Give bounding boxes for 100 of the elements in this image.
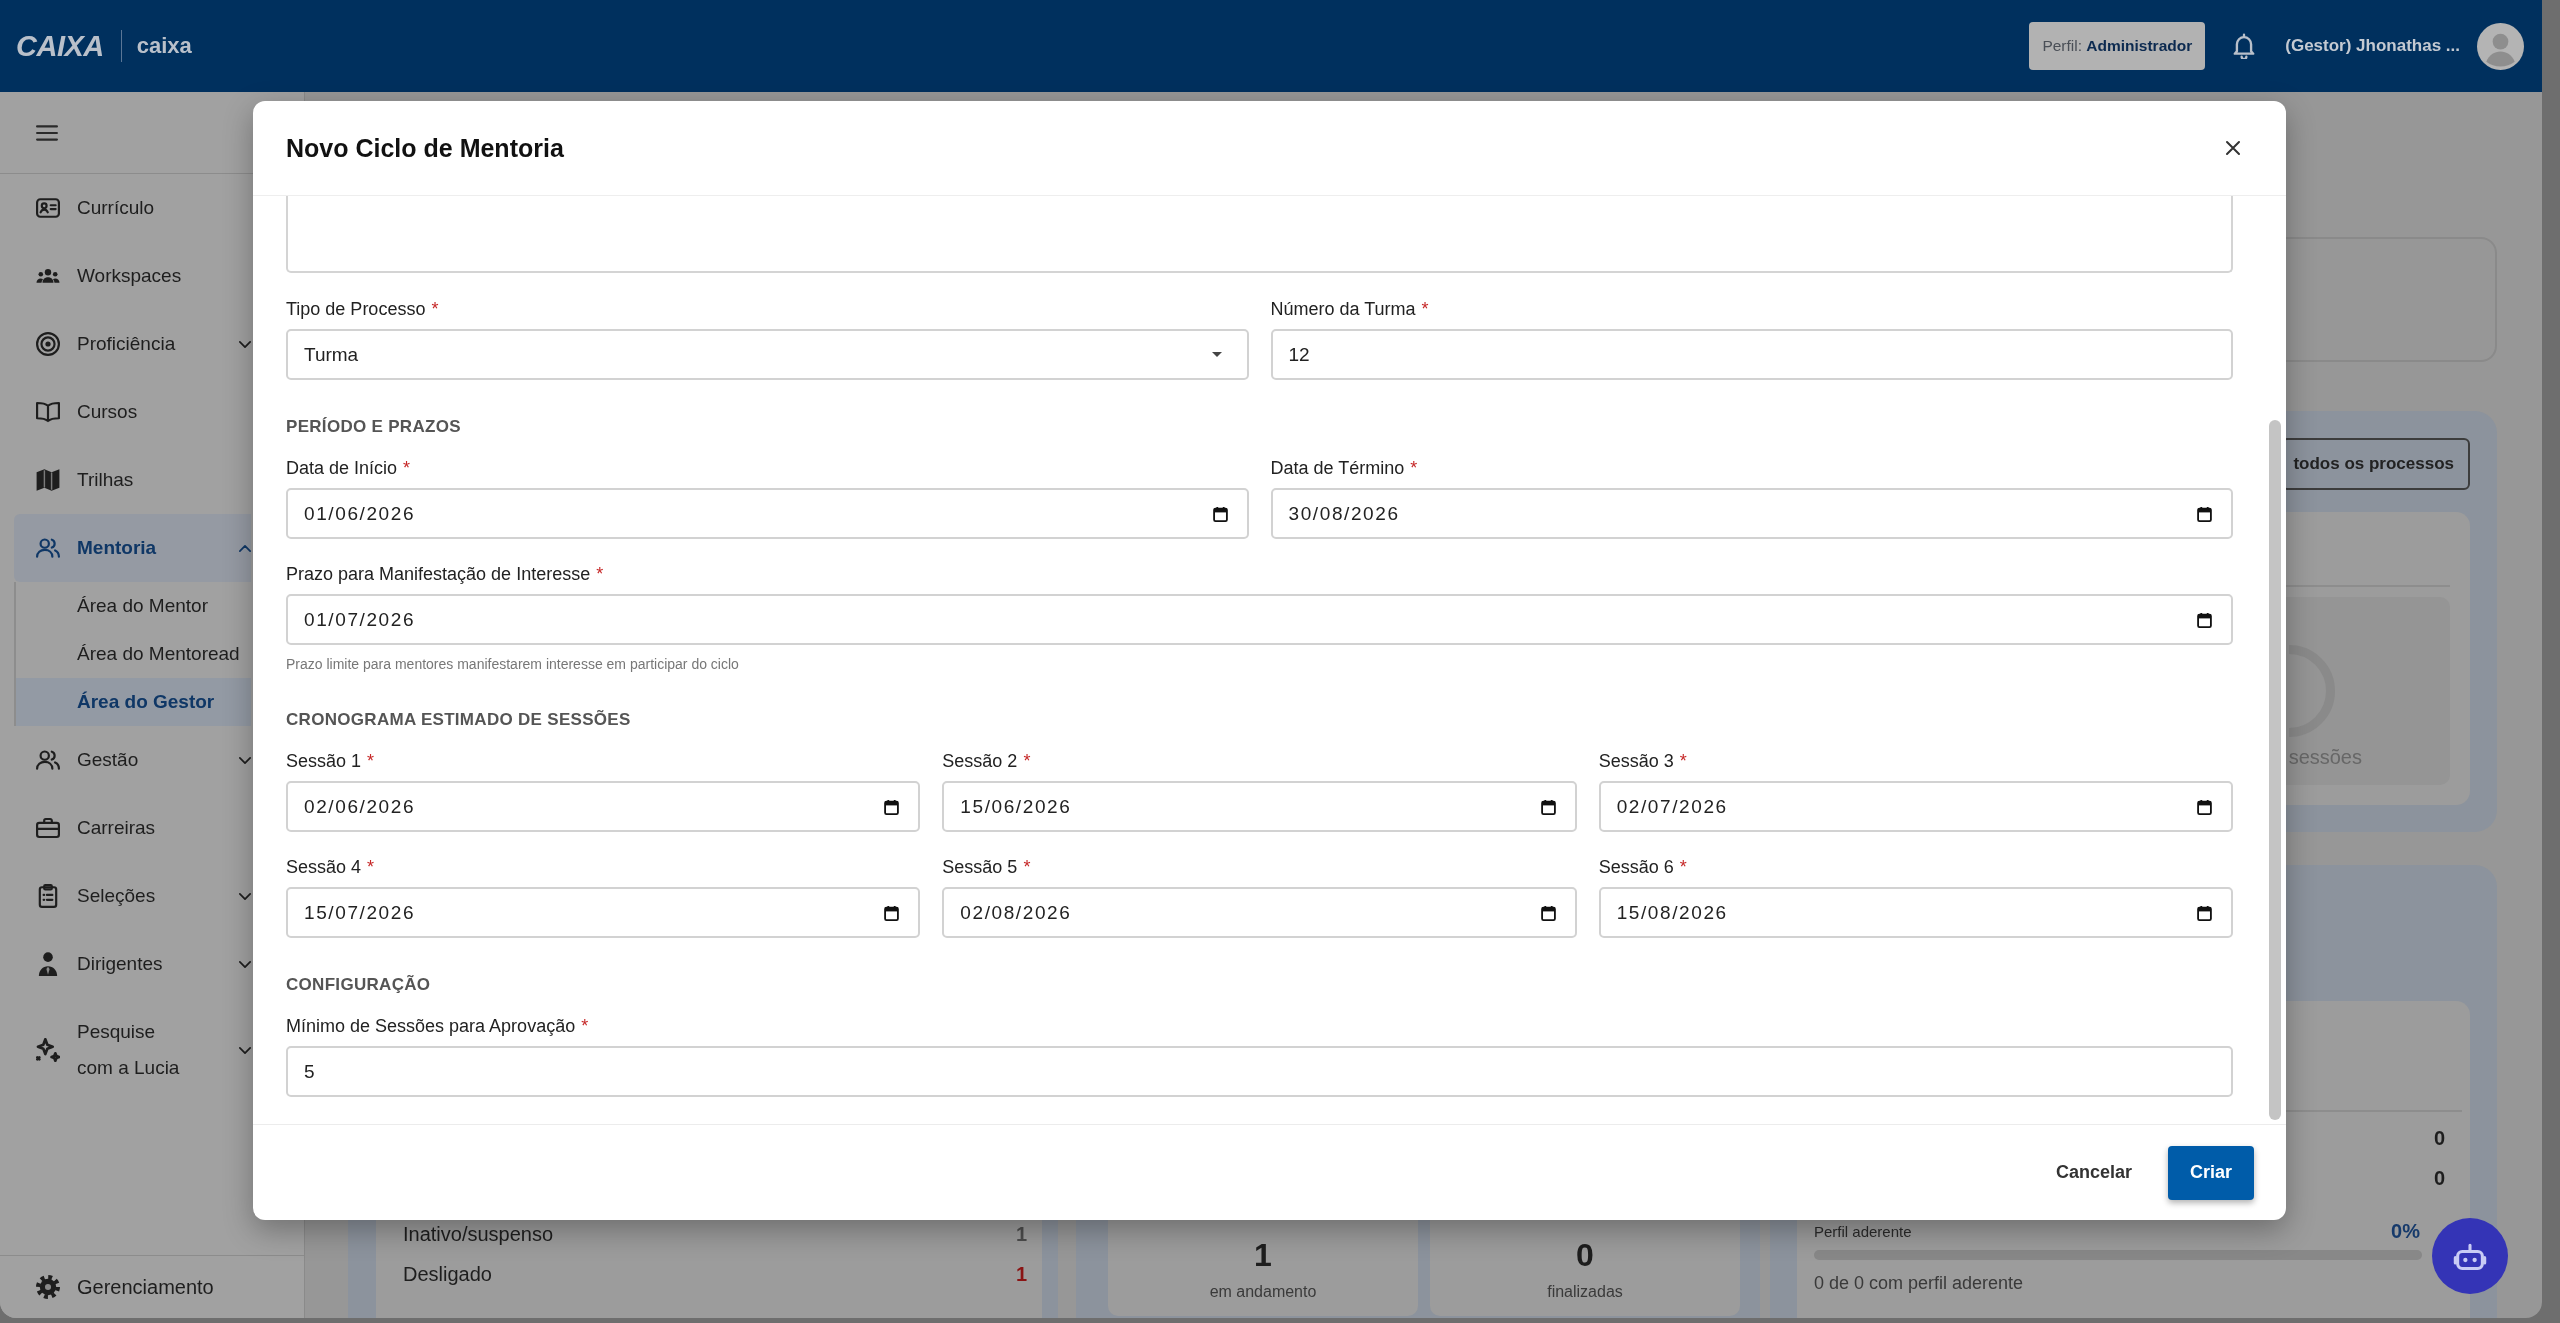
- field-label: Sessão 5: [942, 856, 1018, 879]
- calendar-icon: [1540, 798, 1556, 815]
- field-label: Sessão 3: [1598, 750, 1674, 773]
- robot-icon: [2453, 1241, 2487, 1271]
- stat-value: 1: [1254, 1236, 1272, 1275]
- calendar-icon: [2197, 505, 2212, 522]
- field-label: Sessão 4: [286, 856, 362, 879]
- caret-icon: [1211, 352, 1222, 357]
- textarea-field[interactable]: [286, 196, 2233, 273]
- calendar-icon: [884, 904, 900, 921]
- date-field[interactable]: 15/06/2026: [942, 781, 1577, 832]
- stat-label: finalizadas: [1547, 1282, 1623, 1302]
- input-field[interactable]: 5: [286, 1046, 2233, 1097]
- nav-item[interactable]: Trilhas: [14, 446, 251, 514]
- stat-label: em andamento: [1209, 1282, 1317, 1302]
- bell-icon[interactable]: [2233, 33, 2256, 59]
- field-label: Data de Término: [1270, 457, 1405, 480]
- avatar-icon[interactable]: [2477, 22, 2524, 70]
- nav-item[interactable]: Seleções: [14, 862, 251, 930]
- users-icon: [36, 536, 60, 560]
- calendar-icon: [1212, 505, 1228, 522]
- target-icon: [36, 332, 60, 356]
- required-mark: *: [1410, 457, 1418, 480]
- date-field[interactable]: 02/06/2026: [286, 781, 921, 832]
- date-field[interactable]: 02/07/2026: [1598, 781, 2233, 832]
- nav-subitem[interactable]: Área do Gestor: [16, 678, 251, 726]
- scrollbar-thumb[interactable]: [2269, 420, 2281, 1120]
- required-mark: *: [367, 856, 375, 879]
- menu-icon[interactable]: [36, 124, 58, 141]
- modal-title: Novo Ciclo de Mentoria: [286, 133, 564, 163]
- nav-item[interactable]: Gerenciamento: [0, 1255, 304, 1318]
- status-count: 1: [1015, 1262, 1027, 1286]
- calendar-icon: [884, 798, 900, 815]
- status-label: Desligado: [403, 1262, 492, 1286]
- field-label: Prazo para Manifestação de Interesse: [286, 563, 591, 586]
- calendar-icon: [1540, 904, 1556, 921]
- nav-item[interactable]: Proficiência: [14, 310, 251, 378]
- field-label: Tipo de Processo: [286, 298, 426, 321]
- count-value: 0: [2433, 1126, 2445, 1150]
- section-heading: CONFIGURAÇÃO: [286, 974, 432, 996]
- map-icon: [36, 468, 60, 492]
- profile-button[interactable]: Perfil: Administrador: [2029, 22, 2206, 70]
- field-label: Sessão 1: [286, 750, 362, 773]
- section-heading: CRONOGRAMA ESTIMADO DE SESSÕES: [286, 709, 632, 731]
- date-field[interactable]: 30/08/2026: [1270, 488, 2233, 539]
- required-mark: *: [581, 1015, 589, 1038]
- submit-button[interactable]: Criar: [2167, 1145, 2254, 1200]
- date-field[interactable]: 15/08/2026: [1598, 887, 2233, 938]
- sparkles-icon: [36, 1038, 60, 1062]
- required-mark: *: [367, 750, 375, 773]
- nav-subitem[interactable]: Área do Mentor: [16, 582, 251, 630]
- date-field[interactable]: 01/07/2026: [286, 594, 2233, 645]
- id-card-icon: [36, 196, 60, 220]
- nav-item[interactable]: Pesquise com a Lucia: [14, 998, 251, 1102]
- match-percent: 0%: [2391, 1219, 2420, 1243]
- required-mark: *: [403, 457, 411, 480]
- nav-item[interactable]: Currículo: [14, 174, 251, 242]
- calendar-icon: [2197, 611, 2212, 628]
- required-mark: *: [1023, 856, 1031, 879]
- required-mark: *: [596, 563, 604, 586]
- cancel-button[interactable]: Cancelar: [2039, 1152, 2148, 1193]
- calendar-icon: [2197, 798, 2212, 815]
- status-label: Inativo/suspenso: [403, 1222, 554, 1246]
- calendar-icon: [2197, 904, 2212, 921]
- count-value: 0: [2433, 1166, 2445, 1190]
- field-label: Sessão 6: [1598, 856, 1674, 879]
- nav-item[interactable]: Cursos: [14, 378, 251, 446]
- required-mark: *: [1679, 750, 1687, 773]
- required-mark: *: [431, 298, 439, 321]
- select-field[interactable]: Turma: [286, 329, 1249, 380]
- input-field[interactable]: 12: [1270, 329, 2233, 380]
- section-heading: PERÍODO E PRAZOS: [286, 416, 462, 438]
- book-icon: [36, 400, 60, 424]
- close-icon: [2225, 140, 2241, 156]
- stat-value: 0: [1576, 1236, 1594, 1275]
- field-label: Data de Início: [286, 457, 398, 480]
- field-label: Número da Turma: [1270, 298, 1416, 321]
- clipboard-icon: [36, 884, 60, 908]
- app-name: caixa: [136, 33, 192, 59]
- briefcase-icon: [36, 816, 60, 840]
- logo-text: CAIXA: [16, 29, 104, 63]
- nav-item[interactable]: Workspaces: [14, 242, 251, 310]
- nav-item[interactable]: Gestão: [14, 726, 251, 794]
- nav-item[interactable]: Mentoria: [14, 514, 251, 582]
- date-field[interactable]: 15/07/2026: [286, 887, 921, 938]
- nav-subitem[interactable]: Área do Mentoread: [16, 630, 251, 678]
- date-field[interactable]: 01/06/2026: [286, 488, 1249, 539]
- field-label: Mínimo de Sessões para Aprovação: [286, 1015, 576, 1038]
- settings-icon: [36, 1275, 60, 1299]
- required-mark: *: [1023, 750, 1031, 773]
- person-icon: [36, 952, 60, 976]
- users-icon: [36, 748, 60, 772]
- required-mark: *: [1679, 856, 1687, 879]
- date-field[interactable]: 02/08/2026: [942, 887, 1577, 938]
- user-name[interactable]: (Gestor) Jhonathas ...: [2285, 36, 2460, 56]
- match-label: Perfil aderente: [1814, 1222, 1912, 1240]
- hint-text: Prazo limite para mentores manifestarem interesse em participar do ciclo: [286, 655, 740, 673]
- nav-item[interactable]: Dirigentes: [14, 930, 251, 998]
- required-mark: *: [1421, 298, 1429, 321]
- nav-item[interactable]: Carreiras: [14, 794, 251, 862]
